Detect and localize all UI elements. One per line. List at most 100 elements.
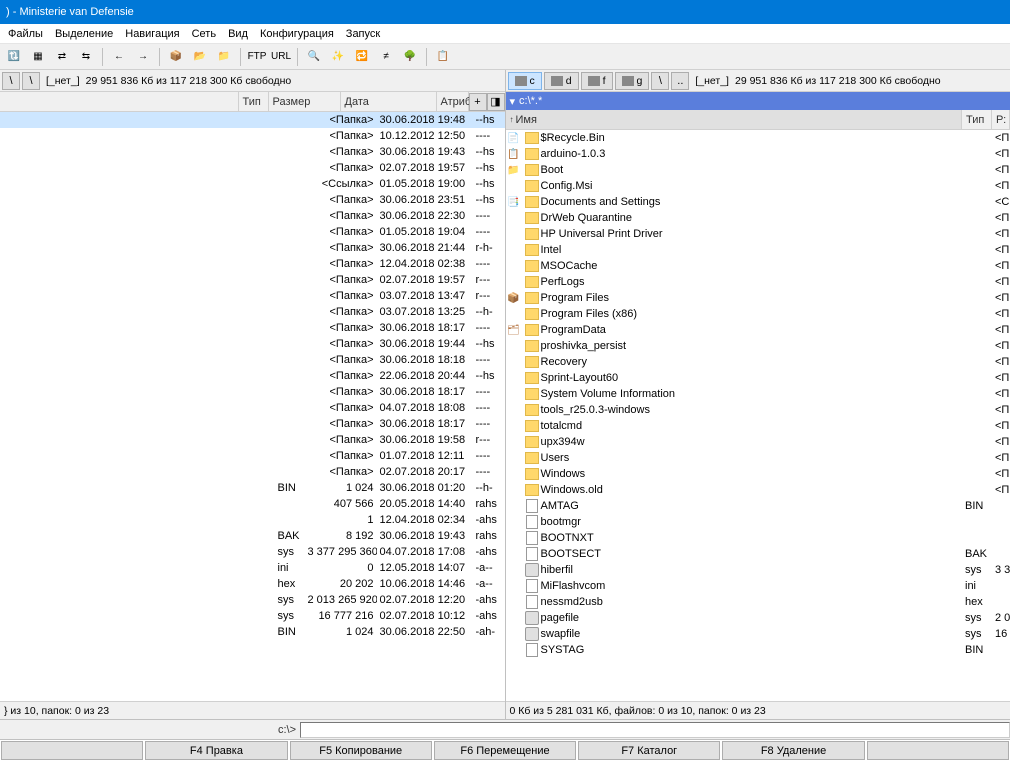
drive-f-button[interactable]: f [581,72,613,90]
right-file-list[interactable]: 📄$Recycle.Bin<П📋arduino-1.0.3<П📁Boot<ПCo… [506,130,1010,701]
col-maximize-icon[interactable]: ◨ [487,93,505,111]
file-row[interactable]: DrWeb Quarantine<П [506,210,1010,226]
left-file-list[interactable]: <Папка>30.06.2018 19:48--hs<Папка>10.12.… [0,112,505,701]
file-row[interactable]: <Папка>01.07.2018 12:11---- [0,448,505,464]
f3-button[interactable] [1,741,143,760]
unpack-icon[interactable]: 📂 [190,47,210,67]
tree-icon[interactable]: 🌳 [400,47,420,67]
file-row[interactable]: Windows<П [506,466,1010,482]
file-row[interactable]: Users<П [506,450,1010,466]
side-op-icon[interactable]: 📄 [506,133,522,144]
menu-сеть[interactable]: Сеть [186,26,222,42]
side-op-icon[interactable]: 🗂 [506,325,522,336]
file-row[interactable]: <Папка>30.06.2018 19:44--hs [0,336,505,352]
file-row[interactable]: <Папка>30.06.2018 19:58r--- [0,432,505,448]
file-row[interactable]: upx394w<П [506,434,1010,450]
file-row[interactable]: 📦Program Files<П [506,290,1010,306]
ftp-icon[interactable]: FTP [247,47,267,67]
file-row[interactable]: <Папка>30.06.2018 18:17---- [0,384,505,400]
col-type[interactable]: Тип [239,92,269,111]
nav-root-icon[interactable]: \ [651,72,669,90]
f6-button[interactable]: F6 Перемещение [434,741,576,760]
file-row[interactable]: Sprint-Layout60<П [506,370,1010,386]
file-row[interactable]: tools_r25.0.3-windows<П [506,402,1010,418]
file-row[interactable]: AMTAGBIN [506,498,1010,514]
file-row[interactable]: MSOCache<П [506,258,1010,274]
grid-icon[interactable]: ▦ [28,47,48,67]
file-row[interactable]: SYSTAGBIN [506,642,1010,658]
file-row[interactable]: <Папка>30.06.2018 21:44r-h- [0,240,505,256]
file-row[interactable]: <Папка>22.06.2018 20:44--hs [0,368,505,384]
url-icon[interactable]: URL [271,47,291,67]
side-op-icon[interactable]: 📑 [506,197,522,208]
file-row[interactable]: BIN1 02430.06.2018 01:20--h- [0,480,505,496]
file-row[interactable]: sys3 377 295 36004.07.2018 17:08-ahs [0,544,505,560]
col-date[interactable]: Дата [341,92,437,111]
drive-d-button[interactable]: d [544,72,579,90]
file-row[interactable]: 🗂ProgramData<П [506,322,1010,338]
file-row[interactable]: totalcmd<П [506,418,1010,434]
pack-icon[interactable]: 📦 [166,47,186,67]
file-row[interactable]: <Папка>30.06.2018 18:18---- [0,352,505,368]
unpack2-icon[interactable]: 📁 [214,47,234,67]
nav-fwd-icon[interactable]: → [133,47,153,67]
file-row[interactable]: <Папка>02.07.2018 19:57r--- [0,272,505,288]
file-row[interactable]: 📋arduino-1.0.3<П [506,146,1010,162]
file-row[interactable]: BOOTSECTBAK [506,546,1010,562]
right-path-bar[interactable]: ▾ c:\*.* [506,92,1010,110]
file-row[interactable]: <Папка>10.12.2012 12:50---- [0,128,505,144]
menu-навигация[interactable]: Навигация [119,26,185,42]
col-name[interactable] [0,92,239,111]
file-row[interactable]: 📑Documents and Settings<С [506,194,1010,210]
wand-icon[interactable]: ✨ [328,47,348,67]
refresh-icon[interactable]: 🔃 [4,47,24,67]
file-row[interactable]: 407 56620.05.2018 14:40rahs [0,496,505,512]
drive-c-button[interactable]: c [508,72,542,90]
cmd-input[interactable] [300,722,1010,738]
swap-icon[interactable]: ⇄ [52,47,72,67]
file-row[interactable]: bootmgr [506,514,1010,530]
file-row[interactable]: System Volume Information<П [506,386,1010,402]
find-icon[interactable]: 🔍 [304,47,324,67]
col-size[interactable]: Размер [269,92,341,111]
f9-button[interactable] [867,741,1009,760]
file-row[interactable]: <Папка>03.07.2018 13:25--h- [0,304,505,320]
file-row[interactable]: <Папка>30.06.2018 19:48--hs [0,112,505,128]
file-row[interactable]: <Папка>12.04.2018 02:38---- [0,256,505,272]
col-attr[interactable]: Атриб [437,92,469,111]
file-row[interactable]: Recovery<П [506,354,1010,370]
file-row[interactable]: hex20 20210.06.2018 14:46-a-- [0,576,505,592]
side-op-icon[interactable]: 📋 [506,149,522,160]
file-row[interactable]: BAK8 19230.06.2018 19:43rahs [0,528,505,544]
file-row[interactable]: BOOTNXT [506,530,1010,546]
drive-g-button[interactable]: g [615,72,650,90]
file-row[interactable]: Intel<П [506,242,1010,258]
col-name[interactable]: ↑Имя [506,110,963,129]
nav-back-icon[interactable]: ← [109,47,129,67]
diff-icon[interactable]: ≠ [376,47,396,67]
file-row[interactable]: <Ссылка>01.05.2018 19:00--hs [0,176,505,192]
file-row[interactable]: Program Files (x86)<П [506,306,1010,322]
f4-button[interactable]: F4 Правка [145,741,287,760]
file-row[interactable]: pagefilesys2 013 2 [506,610,1010,626]
file-row[interactable]: <Папка>30.06.2018 23:51--hs [0,192,505,208]
favorites-star-icon[interactable]: ▾ [510,95,516,108]
file-row[interactable]: <Папка>30.06.2018 18:17---- [0,320,505,336]
file-row[interactable]: PerfLogs<П [506,274,1010,290]
file-row[interactable]: Config.Msi<П [506,178,1010,194]
file-row[interactable]: MiFlashvcomini [506,578,1010,594]
file-row[interactable]: HP Universal Print Driver<П [506,226,1010,242]
col-type[interactable]: Тип [962,110,992,129]
side-op-icon[interactable]: 📁 [506,165,522,176]
file-row[interactable]: hiberfilsys3 377 2 [506,562,1010,578]
file-row[interactable]: <Папка>30.06.2018 22:30---- [0,208,505,224]
file-row[interactable]: nessmd2usbhex [506,594,1010,610]
sync-icon[interactable]: 🔁 [352,47,372,67]
file-row[interactable]: BIN1 02430.06.2018 22:50-ah- [0,624,505,640]
file-row[interactable]: Windows.old<П [506,482,1010,498]
file-row[interactable]: swapfilesys16 [506,626,1010,642]
file-row[interactable]: 📄$Recycle.Bin<П [506,130,1010,146]
file-row[interactable]: sys2 013 265 92002.07.2018 12:20-ahs [0,592,505,608]
menu-файлы[interactable]: Файлы [2,26,49,42]
menu-конфигурация[interactable]: Конфигурация [254,26,340,42]
